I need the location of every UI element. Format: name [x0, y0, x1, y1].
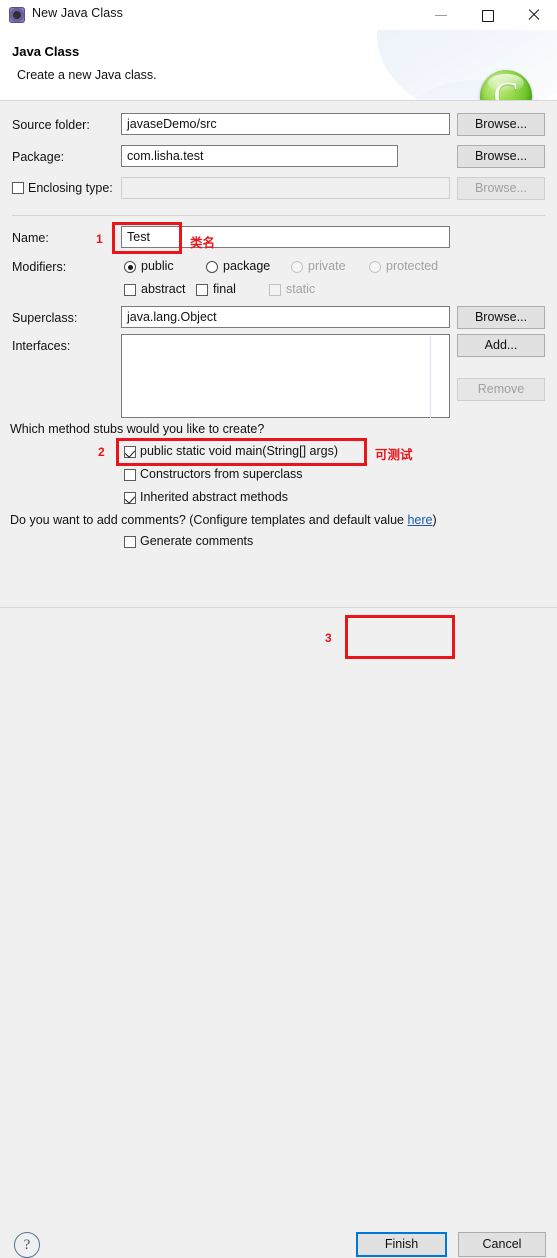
close-button[interactable] [511, 0, 557, 30]
enclosing-type-checkbox[interactable] [12, 182, 24, 194]
wizard-header: Java Class Create a new Java class. C [0, 30, 557, 100]
java-class-logo-icon: C [480, 70, 532, 100]
cancel-button[interactable]: Cancel [458, 1232, 546, 1257]
superclass-browse-button[interactable]: Browse... [457, 306, 545, 329]
interfaces-label: Interfaces: [12, 339, 71, 353]
wizard-body: Source folder: javaseDemo/src Browse... … [0, 101, 557, 595]
dialog-footer: ? Finish Cancel [0, 608, 557, 1258]
source-folder-input[interactable]: javaseDemo/src [121, 113, 450, 135]
source-folder-label: Source folder: [12, 118, 90, 132]
interfaces-add-button[interactable]: Add... [457, 334, 545, 357]
modifier-radio-package[interactable] [206, 261, 218, 273]
section-divider [12, 215, 545, 216]
stub-checkbox-inherited[interactable] [124, 492, 136, 504]
superclass-input[interactable]: java.lang.Object [121, 306, 450, 328]
annotation-marker-2: 2 [98, 445, 105, 459]
finish-button[interactable]: Finish [356, 1232, 447, 1257]
generate-comments-checkbox[interactable] [124, 536, 136, 548]
stub-checkbox-main[interactable] [124, 446, 136, 458]
name-label: Name: [12, 231, 49, 245]
minimize-button[interactable] [419, 0, 465, 30]
stub-label-main: public static void main(String[] args) [140, 444, 338, 458]
stub-label-constructors: Constructors from superclass [140, 467, 303, 481]
stub-checkbox-constructors[interactable] [124, 469, 136, 481]
modifier-label-private: private [308, 259, 346, 273]
modifier-radio-protected [369, 261, 381, 273]
wizard-subtitle: Create a new Java class. [17, 68, 157, 82]
modifier-label-package: package [223, 259, 271, 273]
modifier-radio-private [291, 261, 303, 273]
interfaces-list-divider [430, 336, 431, 418]
maximize-button[interactable] [465, 0, 511, 30]
modifier-label-abstract: abstract [141, 282, 186, 296]
name-input[interactable]: Test [121, 226, 450, 248]
window-title: New Java Class [32, 6, 124, 20]
modifier-label-public: public [141, 259, 174, 273]
annotation-marker-1: 1 [96, 232, 103, 246]
generate-comments-label: Generate comments [140, 534, 254, 548]
modifier-label-final: final [213, 282, 236, 296]
package-input[interactable]: com.lisha.test [121, 145, 398, 167]
stub-label-inherited: Inherited abstract methods [140, 490, 288, 504]
enclosing-type-label: Enclosing type: [28, 181, 113, 195]
package-browse-button[interactable]: Browse... [457, 145, 545, 168]
modifier-checkbox-static [269, 284, 281, 296]
modifier-checkbox-final[interactable] [196, 284, 208, 296]
interfaces-list[interactable] [121, 334, 450, 418]
comments-question: Do you want to add comments? (Configure … [10, 513, 437, 527]
enclosing-type-browse-button: Browse... [457, 177, 545, 200]
modifier-label-protected: protected [386, 259, 439, 273]
modifiers-label: Modifiers: [12, 260, 67, 274]
comments-question-text: Do you want to add comments? (Configure … [10, 513, 408, 527]
help-icon[interactable]: ? [14, 1232, 40, 1258]
package-label: Package: [12, 150, 65, 164]
source-folder-browse-button[interactable]: Browse... [457, 113, 545, 136]
superclass-label: Superclass: [12, 311, 78, 325]
annotation-note-class-name: 类名 [190, 235, 216, 250]
modifier-checkbox-abstract[interactable] [124, 284, 136, 296]
app-icon [9, 7, 25, 23]
modifier-radio-public[interactable] [124, 261, 136, 273]
annotation-marker-3: 3 [325, 631, 332, 645]
configure-templates-link[interactable]: here [407, 513, 432, 527]
window-title-bar: New Java Class [0, 0, 557, 30]
enclosing-type-input [121, 177, 450, 199]
annotation-note-testable: 可测试 [375, 447, 413, 462]
modifier-label-static: static [286, 282, 316, 296]
wizard-title: Java Class [12, 44, 80, 59]
interfaces-remove-button: Remove [457, 378, 545, 401]
method-stubs-question: Which method stubs would you like to cre… [10, 422, 265, 436]
logo-gloss [488, 74, 524, 92]
comments-question-suffix: ) [432, 513, 437, 527]
